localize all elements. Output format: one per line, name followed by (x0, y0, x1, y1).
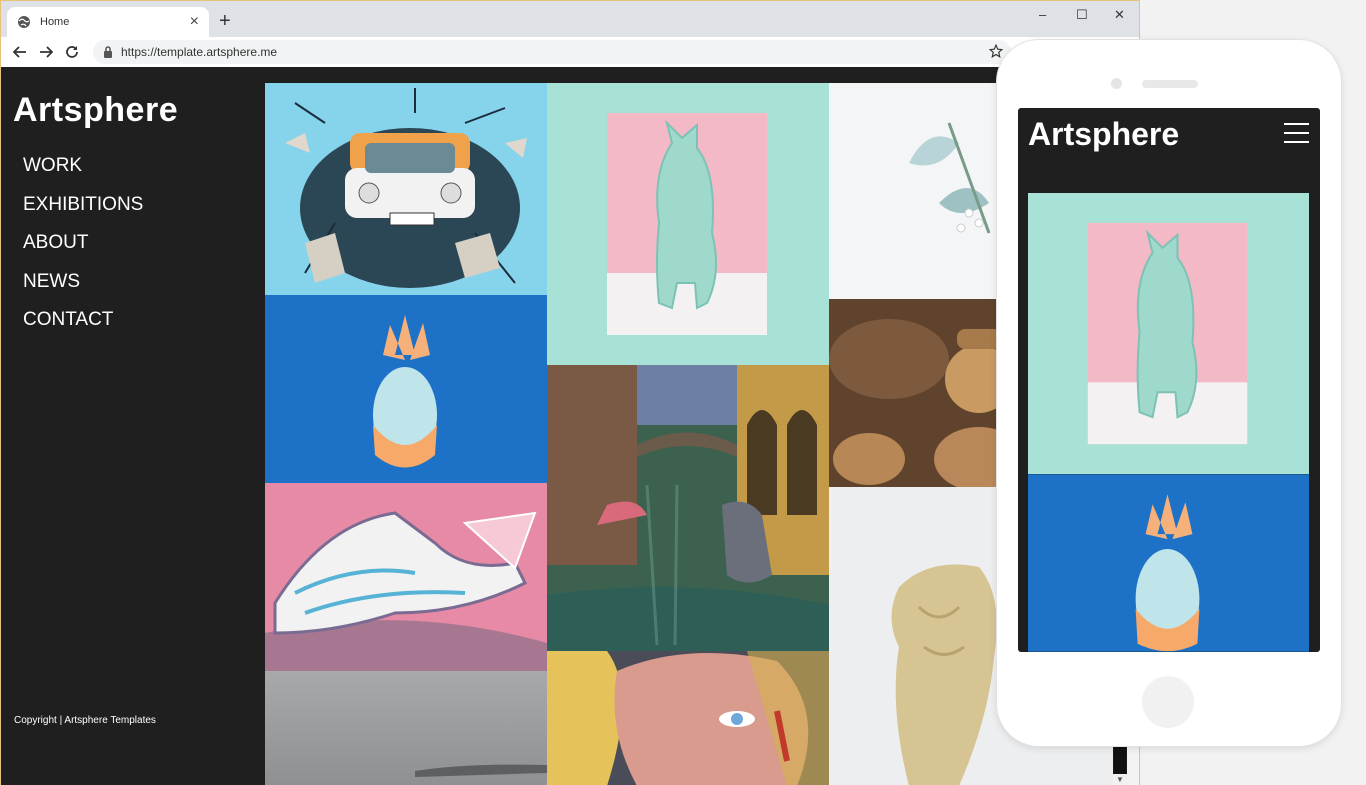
nav-item-about[interactable]: ABOUT (23, 228, 143, 267)
mobile-cat-figurine-image (1028, 193, 1309, 474)
nav-item-contact[interactable]: CONTACT (23, 305, 143, 344)
copyright-text: Copyright | Artsphere Templates (14, 715, 156, 726)
mobile-gallery-pineapple[interactable] (1028, 474, 1309, 652)
gallery-item-venice-canal[interactable] (547, 365, 829, 651)
nav-item-exhibitions[interactable]: EXHIBITIONS (23, 190, 143, 229)
close-window-button[interactable]: ✕ (1114, 7, 1125, 23)
main-nav: WORK EXHIBITIONS ABOUT NEWS CONTACT (23, 151, 143, 344)
pineapple-image (265, 295, 547, 483)
reload-icon (66, 46, 78, 58)
gallery-grid (265, 83, 1115, 785)
maximize-button[interactable]: ☐ (1076, 7, 1088, 23)
phone-mockup: Artsphere (997, 40, 1341, 746)
gallery-item-car-mural[interactable] (265, 83, 547, 295)
back-button[interactable] (11, 43, 29, 61)
minimize-button[interactable]: – (1039, 7, 1046, 22)
scroll-down-icon[interactable]: ▼ (1113, 774, 1127, 785)
tab-title: Home (40, 16, 70, 28)
cat-figurine-image (547, 83, 829, 365)
nav-item-work[interactable]: WORK (23, 151, 143, 190)
reload-button[interactable] (63, 43, 81, 61)
gallery-item-cat-figurine[interactable] (547, 83, 829, 365)
foggy-lake-image (265, 671, 547, 785)
phone-screen: Artsphere (1018, 108, 1320, 652)
showcase-stage: Home × + – ☐ ✕ https://template.artspher… (0, 0, 1366, 785)
address-bar[interactable]: https://template.artsphere.me (93, 40, 1011, 64)
gallery-item-pineapple[interactable] (265, 295, 547, 483)
nav-item-news[interactable]: NEWS (23, 267, 143, 306)
mobile-site-logo[interactable]: Artsphere (1028, 116, 1179, 153)
bookmark-star-icon[interactable] (989, 44, 1003, 58)
arrow-left-icon (13, 46, 26, 58)
arrow-right-icon (40, 46, 53, 58)
tab-close-icon[interactable]: × (190, 14, 199, 30)
hand-mural-image (265, 483, 547, 671)
car-mural-image (265, 83, 547, 295)
site-sidebar: Artsphere WORK EXHIBITIONS ABOUT NEWS CO… (1, 67, 265, 785)
venice-canal-image (547, 365, 829, 651)
gallery-item-pop-art[interactable] (547, 651, 829, 785)
phone-speaker (1142, 80, 1198, 88)
mobile-pineapple-image (1028, 474, 1309, 652)
url-text: https://template.artsphere.me (121, 45, 278, 59)
new-tab-button[interactable]: + (219, 11, 231, 31)
pop-art-image (547, 651, 829, 785)
browser-toolbar: https://template.artsphere.me (1, 37, 1139, 67)
tab-home[interactable]: Home × (7, 7, 209, 37)
forward-button[interactable] (37, 43, 55, 61)
gallery-item-hand-mural[interactable] (265, 483, 547, 671)
lock-icon (104, 46, 112, 58)
browser-window: Home × + – ☐ ✕ https://template.artspher… (0, 0, 1140, 785)
page-viewport: Artsphere WORK EXHIBITIONS ABOUT NEWS CO… (1, 67, 1139, 785)
tab-bar: Home × + – ☐ ✕ (1, 1, 1139, 37)
phone-home-button (1142, 676, 1194, 728)
hamburger-menu-icon[interactable] (1284, 123, 1309, 143)
gallery-item-foggy-lake[interactable] (265, 671, 547, 785)
globe-icon (18, 16, 30, 28)
mobile-gallery-cat-figurine[interactable] (1028, 193, 1309, 474)
phone-camera (1111, 78, 1122, 89)
site-logo[interactable]: Artsphere (13, 91, 178, 130)
